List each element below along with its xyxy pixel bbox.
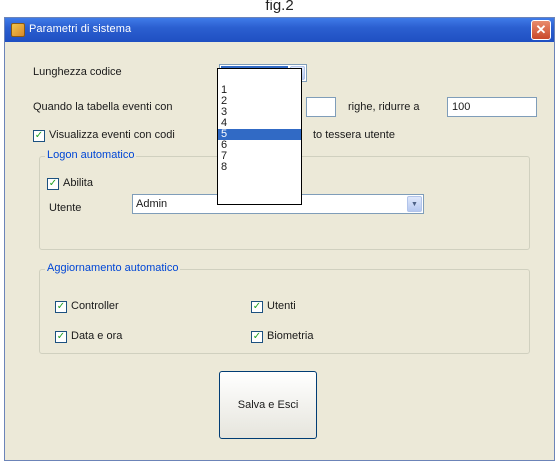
dropdown-option[interactable]: 2 — [218, 96, 301, 107]
chevron-down-icon[interactable]: ▼ — [407, 196, 422, 212]
auto-update-datetime-checkbox[interactable]: ✓ — [55, 331, 67, 343]
check-icon: ✓ — [252, 301, 262, 312]
dropdown-option[interactable]: 4 — [218, 118, 301, 129]
show-events-checkbox[interactable]: ✓ — [33, 130, 45, 142]
dropdown-option[interactable]: 1 — [218, 85, 301, 96]
app-icon — [11, 23, 25, 37]
auto-update-group-title: Aggiornamento automatico — [45, 262, 181, 274]
dropdown-option[interactable]: 3 — [218, 107, 301, 118]
check-icon: ✓ — [48, 178, 58, 189]
close-icon: ✕ — [535, 22, 547, 37]
auto-update-users-checkbox[interactable]: ✓ — [251, 301, 263, 313]
dropdown-option[interactable]: 6 — [218, 140, 301, 151]
auto-update-datetime-label: Data e ora — [71, 330, 123, 342]
logon-group-title: Logon automatico — [45, 149, 137, 161]
check-icon: ✓ — [56, 331, 66, 342]
dropdown-option[interactable]: 7 — [218, 151, 301, 162]
close-button[interactable]: ✕ — [531, 20, 551, 40]
logon-enable-label: Abilita — [63, 177, 93, 189]
auto-update-users-label: Utenti — [267, 300, 296, 312]
dropdown-option[interactable]: 5 — [218, 129, 301, 140]
auto-update-controller-checkbox[interactable]: ✓ — [55, 301, 67, 313]
show-events-label-tail: to tessera utente — [313, 129, 395, 141]
check-icon: ✓ — [34, 130, 44, 141]
title-bar[interactable]: Parametri di sistema ✕ — [5, 18, 554, 42]
logon-enable-checkbox[interactable]: ✓ — [47, 178, 59, 190]
window-title: Parametri di sistema — [29, 23, 132, 35]
events-max-rows-input[interactable] — [306, 97, 336, 117]
reduce-to-label: righe, ridurre a — [348, 101, 420, 113]
events-table-label: Quando la tabella eventi con — [33, 101, 173, 113]
dropdown-option[interactable]: 8 — [218, 162, 301, 173]
auto-update-biometrics-label: Biometria — [267, 330, 314, 342]
reduce-to-input[interactable]: 100 — [447, 97, 537, 117]
save-and-exit-button[interactable]: Salva e Esci — [219, 371, 317, 439]
logon-user-label: Utente — [49, 202, 82, 214]
check-icon: ✓ — [56, 301, 66, 312]
auto-update-biometrics-checkbox[interactable]: ✓ — [251, 331, 263, 343]
code-length-label: Lunghezza codice — [33, 66, 122, 78]
code-length-dropdown-list[interactable]: 12345678 — [217, 68, 302, 205]
figure-caption: fig.2 — [265, 0, 294, 14]
auto-update-controller-label: Controller — [71, 300, 119, 312]
check-icon: ✓ — [252, 331, 262, 342]
show-events-label: Visualizza eventi con codi — [49, 129, 175, 141]
